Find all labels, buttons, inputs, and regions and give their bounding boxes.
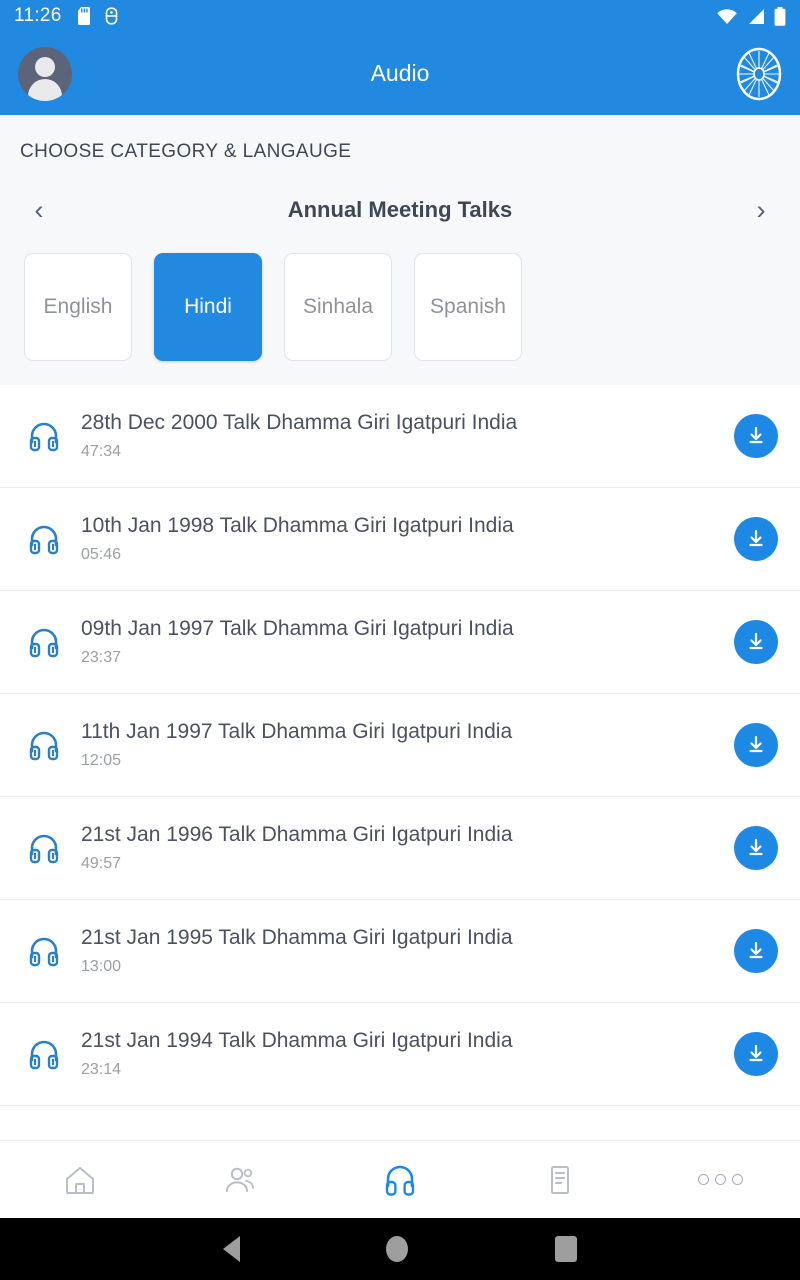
track-title: 21st Jan 1994 Talk Dhamma Giri Igatpuri …	[81, 1029, 513, 1053]
language-chip-hindi[interactable]: Hindi	[154, 253, 262, 361]
chooser-label: CHOOSE CATEGORY & LANGAUGE	[20, 141, 352, 162]
status-time: 11:26	[14, 5, 62, 26]
track-duration: 23:37	[81, 648, 122, 666]
more-icon	[697, 1174, 743, 1185]
track-row[interactable]: 21st Jan 1996 Talk Dhamma Giri Igatpuri …	[0, 797, 800, 900]
bottom-navigation	[0, 1140, 800, 1218]
avatar[interactable]	[18, 46, 72, 101]
headphones-icon	[18, 522, 70, 556]
more-dot	[731, 1174, 743, 1185]
download-button[interactable]	[734, 517, 778, 561]
back-triangle-icon[interactable]	[223, 1236, 241, 1262]
download-icon	[749, 735, 763, 753]
home-circle-icon[interactable]	[386, 1236, 409, 1262]
app-screen: 11:26 Audio CHOOSE CATEGORY & LANGAUGE ‹…	[0, 0, 800, 1280]
track-duration: 12:05	[81, 751, 122, 769]
page-title: Audio	[370, 60, 430, 86]
sd-card-icon	[77, 7, 90, 25]
track-duration: 23:14	[81, 1060, 122, 1078]
headphones-icon	[18, 728, 70, 762]
signal-icon	[749, 8, 764, 24]
nav-item-home[interactable]	[0, 1141, 160, 1218]
track-info: 11th Jan 1997 Talk Dhamma Giri Igatpuri …	[70, 720, 734, 769]
category-selector: ‹ Annual Meeting Talks ›	[0, 193, 800, 227]
system-navigation-bar	[0, 1218, 800, 1280]
language-chips: English Hindi Sinhala Spanish	[0, 253, 800, 361]
headphones-icon	[18, 625, 70, 659]
track-info: 10th Jan 1998 Talk Dhamma Giri Igatpuri …	[70, 514, 734, 563]
category-language-chooser: CHOOSE CATEGORY & LANGAUGE ‹ Annual Meet…	[0, 115, 800, 385]
more-dot	[697, 1174, 709, 1185]
track-row[interactable]: 11th Jan 1997 Talk Dhamma Giri Igatpuri …	[0, 694, 800, 797]
track-title: 10th Jan 1998 Talk Dhamma Giri Igatpuri …	[81, 514, 514, 538]
track-duration: 13:00	[81, 957, 122, 975]
download-button[interactable]	[734, 929, 778, 973]
avatar-body	[28, 78, 62, 101]
status-right-icons	[716, 6, 786, 26]
track-info: 21st Jan 1996 Talk Dhamma Giri Igatpuri …	[70, 823, 734, 872]
document-icon	[551, 1165, 569, 1194]
chevron-left-icon[interactable]: ‹	[22, 193, 56, 227]
chevron-right-icon[interactable]: ›	[744, 193, 778, 227]
wifi-icon	[717, 8, 737, 24]
usb-debug-icon	[105, 7, 117, 25]
headphones-icon	[18, 831, 70, 865]
language-chip-spanish[interactable]: Spanish	[414, 253, 522, 361]
headphones-icon	[385, 1165, 415, 1196]
track-row[interactable]: 21st Jan 1995 Talk Dhamma Giri Igatpuri …	[0, 900, 800, 1003]
nav-item-more[interactable]	[640, 1141, 800, 1218]
download-icon	[749, 426, 763, 444]
download-icon	[749, 632, 763, 650]
language-chip-sinhala[interactable]: Sinhala	[284, 253, 392, 361]
download-icon	[749, 529, 763, 547]
dhamma-wheel-icon[interactable]	[736, 47, 782, 101]
track-info: 09th Jan 1997 Talk Dhamma Giri Igatpuri …	[70, 617, 734, 666]
track-title: 21st Jan 1996 Talk Dhamma Giri Igatpuri …	[81, 823, 513, 847]
nav-item-audio[interactable]	[320, 1141, 480, 1218]
track-row[interactable]: 10th Jan 1998 Talk Dhamma Giri Igatpuri …	[0, 488, 800, 591]
track-row[interactable]: 21st Jan 1994 Talk Dhamma Giri Igatpuri …	[0, 1003, 800, 1106]
download-button[interactable]	[734, 1032, 778, 1076]
track-title: 28th Dec 2000 Talk Dhamma Giri Igatpuri …	[81, 411, 518, 435]
nav-item-people[interactable]	[160, 1141, 320, 1218]
download-icon	[749, 1044, 763, 1062]
more-dot	[714, 1174, 726, 1185]
track-duration: 49:57	[81, 854, 122, 872]
track-title: 09th Jan 1997 Talk Dhamma Giri Igatpuri …	[81, 617, 514, 641]
track-info: 21st Jan 1994 Talk Dhamma Giri Igatpuri …	[70, 1029, 734, 1078]
track-duration: 47:34	[81, 442, 122, 460]
track-title: 21st Jan 1995 Talk Dhamma Giri Igatpuri …	[81, 926, 513, 950]
track-list: 28th Dec 2000 Talk Dhamma Giri Igatpuri …	[0, 385, 800, 1140]
people-icon	[226, 1167, 254, 1192]
headphones-icon	[18, 934, 70, 968]
headphones-icon	[18, 1037, 70, 1071]
nav-item-documents[interactable]	[480, 1141, 640, 1218]
category-title: Annual Meeting Talks	[287, 197, 513, 222]
track-info: 21st Jan 1995 Talk Dhamma Giri Igatpuri …	[70, 926, 734, 975]
download-button[interactable]	[734, 414, 778, 458]
download-button[interactable]	[734, 723, 778, 767]
download-button[interactable]	[734, 620, 778, 664]
download-icon	[749, 838, 763, 856]
recents-square-icon[interactable]	[554, 1236, 577, 1262]
track-row[interactable]: 09th Jan 1997 Talk Dhamma Giri Igatpuri …	[0, 591, 800, 694]
track-duration: 05:46	[81, 545, 122, 563]
battery-icon	[774, 6, 786, 26]
home-icon	[66, 1166, 94, 1194]
status-bar: 11:26	[0, 0, 800, 32]
language-chip-english[interactable]: English	[24, 253, 132, 361]
track-info: 28th Dec 2000 Talk Dhamma Giri Igatpuri …	[70, 411, 734, 460]
app-bar: Audio	[0, 32, 800, 115]
track-row[interactable]: 28th Dec 2000 Talk Dhamma Giri Igatpuri …	[0, 385, 800, 488]
avatar-head	[35, 56, 55, 77]
track-title: 11th Jan 1997 Talk Dhamma Giri Igatpuri …	[81, 720, 513, 744]
download-button[interactable]	[734, 826, 778, 870]
headphones-icon	[18, 419, 70, 453]
download-icon	[749, 941, 763, 959]
status-left-icons	[77, 7, 119, 25]
